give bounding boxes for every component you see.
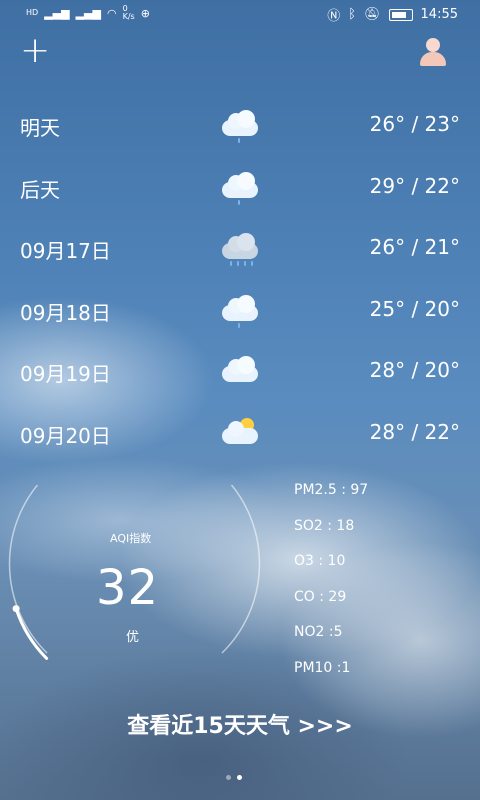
forecast-day: 后天 [20, 177, 60, 202]
forecast-day: 09月19日 [20, 362, 111, 386]
net-speed-unit: K/s [122, 12, 135, 21]
hd-indicator: HD [26, 8, 39, 17]
cloud-icon [222, 356, 258, 386]
page-dot-active[interactable] [237, 775, 242, 780]
aqi-label: AQI指数 [110, 532, 152, 545]
forecast-row[interactable]: 09月19日 28° / 20° [0, 346, 480, 408]
mute-icon: 🔕︎ [364, 7, 381, 22]
forecast-temp: 26° / 21° [369, 235, 460, 259]
globe-icon: ⊕ [140, 6, 150, 20]
forecast-temp: 25° / 20° [369, 296, 460, 321]
heavy-rain-cloud-icon [222, 233, 258, 266]
pollutant-pm10: PM10 :1 [294, 659, 351, 676]
bluetooth-icon: ᛒ [348, 7, 357, 22]
avatar-body [420, 52, 446, 66]
forecast-row[interactable]: 后天 29° / 22° [0, 162, 480, 224]
forecast-temp: 29° / 22° [369, 173, 460, 198]
avatar-head [426, 38, 440, 52]
nfc-icon: Ⓝ [327, 9, 341, 24]
forecast-row[interactable]: 09月20日 28° / 22° [0, 408, 480, 470]
forecast-day: 09月17日 [20, 239, 111, 263]
partly-sunny-icon [222, 417, 258, 448]
aqi-gauge-knob [12, 605, 20, 613]
pollutant-no2: NO2 :5 [294, 624, 343, 640]
forecast-list: 明天 26° / 23° 后天 29° / 22° 09月17日 26° / 2… [0, 100, 480, 469]
page-indicator [226, 775, 242, 780]
clock: 14:55 [420, 7, 458, 22]
wifi-icon: ◠ [106, 6, 117, 20]
aqi-value: 32 [96, 560, 160, 616]
view-15-day-forecast-button[interactable]: 查看近15天天气 >>> [0, 708, 480, 740]
forecast-temp: 26° / 23° [369, 112, 460, 136]
pollutant-o3: O3 : 10 [294, 553, 346, 569]
forecast-day: 09月20日 [20, 423, 111, 448]
pollutant-co: CO : 29 [294, 588, 347, 605]
user-avatar-button[interactable] [418, 38, 448, 68]
aqi-level: 优 [126, 630, 140, 645]
battery-icon [388, 8, 413, 21]
page-dot[interactable] [226, 775, 231, 780]
rain-cloud-icon [222, 294, 258, 328]
forecast-day: 09月18日 [20, 300, 111, 325]
forecast-row[interactable]: 09月18日 25° / 20° [0, 285, 480, 347]
pollutant-so2: SO2 : 18 [294, 517, 355, 534]
forecast-temp: 28° / 22° [369, 419, 460, 444]
forecast-temp: 28° / 20° [369, 358, 460, 382]
forecast-day: 明天 [20, 116, 60, 140]
plus-icon: + [20, 30, 51, 71]
signal-icon-2: ▂▄▆ [75, 6, 101, 20]
pollutant-list: PM2.5 : 97 SO2 : 18 O3 : 10 CO : 29 NO2 … [294, 482, 368, 695]
rain-cloud-icon [222, 110, 258, 143]
forecast-row[interactable]: 09月17日 26° / 21° [0, 223, 480, 285]
rain-cloud-icon [222, 171, 258, 205]
signal-icon: ▂▄▆ [44, 6, 70, 20]
add-city-button[interactable]: + [20, 33, 60, 69]
pollutant-pm25: PM2.5 : 97 [294, 482, 369, 498]
forecast-row[interactable]: 明天 26° / 23° [0, 100, 480, 162]
net-speed: 0 K/s [123, 5, 135, 21]
status-bar: HD ▂▄▆ ▂▄▆ ◠ 0 K/s ⊕ Ⓝ ᛒ 🔕︎ 14:55 [0, 0, 480, 28]
